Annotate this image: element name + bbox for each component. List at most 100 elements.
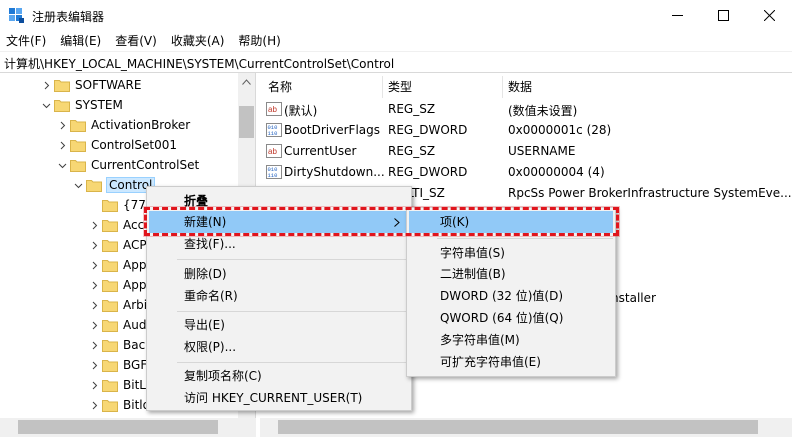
folder-icon: [70, 158, 86, 172]
chevron-right-icon[interactable]: [86, 355, 102, 375]
chevron-down-icon[interactable]: [70, 175, 86, 195]
tree-node[interactable]: CurrentControlSet: [54, 155, 199, 175]
binary-value-icon: 010 110: [266, 165, 282, 179]
submenu-item-string-value[interactable]: 字符串值(S): [440, 242, 505, 264]
tree-node[interactable]: Bitlo: [86, 395, 150, 415]
tree-node[interactable]: BitLo: [86, 375, 153, 395]
tree-node-label: ControlSet001: [91, 138, 177, 152]
menu-item-collapse[interactable]: 折叠: [184, 190, 208, 212]
svg-text:ab: ab: [268, 105, 277, 114]
chevron-right-icon[interactable]: [86, 315, 102, 335]
tree-hscroll-thumb[interactable]: [18, 420, 218, 434]
maximize-button[interactable]: [700, 0, 746, 31]
folder-icon: [54, 78, 70, 92]
menu-item-new[interactable]: 新建(N): [184, 211, 226, 233]
value-data: USERNAME: [508, 144, 576, 158]
value-name: (默认): [284, 104, 318, 118]
values-hscroll-thumb[interactable]: [278, 420, 758, 434]
value-name: DirtyShutdown...: [284, 165, 385, 179]
chevron-right-icon[interactable]: [86, 295, 102, 315]
menu-item-delete[interactable]: 删除(D): [184, 263, 227, 285]
chevron-right-icon[interactable]: [86, 235, 102, 255]
folder-icon: [102, 378, 118, 392]
menu-edit[interactable]: 编辑(E): [53, 31, 108, 51]
menu-item-copy-key-name[interactable]: 复制项名称(C): [184, 365, 262, 387]
tree-node[interactable]: ControlSet001: [54, 135, 177, 155]
tree-node[interactable]: Control: [70, 175, 156, 195]
tree-horizontal-scrollbar[interactable]: [0, 418, 238, 437]
tree-node[interactable]: SOFTWARE: [38, 75, 141, 95]
menu-favorites[interactable]: 收藏夹(A): [164, 31, 232, 51]
svg-text:110: 110: [268, 130, 278, 137]
column-header-data[interactable]: 数据: [508, 77, 532, 97]
chevron-down-icon[interactable]: [54, 155, 70, 175]
tree-node[interactable]: Appl: [86, 275, 150, 295]
value-data: RpcSs Power BrokerInfrastructure SystemE…: [508, 186, 792, 200]
tree-node[interactable]: Acce: [86, 215, 152, 235]
scroll-up-icon[interactable]: [238, 73, 255, 90]
chevron-right-icon[interactable]: [86, 335, 102, 355]
address-bar[interactable]: 计算机\HKEY_LOCAL_MACHINE\SYSTEM\CurrentCon…: [0, 51, 792, 73]
tree-node-label: ActivationBroker: [91, 118, 191, 132]
column-header-name[interactable]: 名称: [268, 77, 292, 97]
tree-node[interactable]: SYSTEM: [38, 95, 123, 115]
scrollbar-corner: [238, 418, 256, 437]
value-name: BootDriverFlags: [284, 123, 381, 137]
minimize-button[interactable]: [654, 0, 700, 31]
value-row[interactable]: ab CurrentUser REG_SZ USERNAME: [260, 141, 792, 162]
menu-item-goto-hkcu[interactable]: 访问 HKEY_CURRENT_USER(T): [184, 387, 362, 409]
submenu-item-multi-string-value[interactable]: 多字符串值(M): [440, 329, 520, 351]
tree-node[interactable]: Back: [86, 335, 152, 355]
value-row[interactable]: ab (默认) REG_SZ (数值未设置): [260, 99, 792, 120]
tree-node[interactable]: {774: [86, 195, 154, 215]
menu-view[interactable]: 查看(V): [108, 31, 164, 51]
svg-text:110: 110: [268, 172, 278, 179]
chevron-right-icon[interactable]: [54, 135, 70, 155]
value-row[interactable]: 010 110 DirtyShutdown... REG_DWORD 0x0000000…: [260, 162, 792, 183]
chevron-right-icon[interactable]: [86, 395, 102, 415]
menu-item-rename[interactable]: 重命名(R): [184, 285, 238, 307]
column-header-type[interactable]: 类型: [388, 77, 412, 97]
tree-node[interactable]: Appl: [86, 255, 150, 275]
tree-node-label: SYSTEM: [75, 98, 123, 112]
value-row[interactable]: 010 110 BootDriverFlags REG_DWORD 0x0000001c…: [260, 120, 792, 141]
submenu-item-binary-value[interactable]: 二进制值(B): [440, 263, 506, 285]
menu-item-permissions[interactable]: 权限(P)...: [184, 336, 236, 358]
maximize-icon: [717, 10, 729, 21]
menu-file[interactable]: 文件(F): [0, 31, 53, 51]
submenu-item-qword-value[interactable]: QWORD (64 位)值(Q): [440, 307, 563, 329]
submenu-item-dword-value[interactable]: DWORD (32 位)值(D): [440, 285, 563, 307]
chevron-right-icon[interactable]: [86, 375, 102, 395]
menu-item-export[interactable]: 导出(E): [184, 314, 225, 336]
chevron-right-icon[interactable]: [86, 275, 102, 295]
column-divider[interactable]: [502, 76, 503, 98]
tree-node[interactable]: Audi: [86, 315, 150, 335]
close-button[interactable]: [746, 0, 792, 31]
submenu-item-key[interactable]: 项(K): [440, 211, 469, 233]
tree-node[interactable]: ACPI: [86, 235, 150, 255]
value-name: CurrentUser: [284, 144, 357, 158]
menu-separator: [177, 362, 407, 363]
tree-scroll-thumb[interactable]: [239, 106, 254, 138]
menu-item-find[interactable]: 查找(F)...: [184, 233, 236, 255]
column-divider[interactable]: [382, 76, 383, 98]
chevron-right-icon[interactable]: [86, 255, 102, 275]
menu-separator: [437, 238, 613, 239]
values-horizontal-scrollbar[interactable]: [260, 418, 792, 437]
chevron-right-icon[interactable]: [54, 115, 70, 135]
folder-icon: [54, 98, 70, 112]
new-submenu: 项(K) 字符串值(S) 二进制值(B) DWORD (32 位)值(D) QW…: [406, 207, 616, 377]
folder-icon: [102, 258, 118, 272]
tree-node[interactable]: ActivationBroker: [54, 115, 190, 135]
submenu-item-expandable-string-value[interactable]: 可扩充字符串值(E): [440, 351, 541, 373]
folder-icon: [102, 238, 118, 252]
chevron-right-icon[interactable]: [86, 215, 102, 235]
chevron-right-icon[interactable]: [38, 75, 54, 95]
chevron-down-icon[interactable]: [38, 95, 54, 115]
menu-help[interactable]: 帮助(H): [231, 31, 287, 51]
tree-node[interactable]: Arbit: [86, 295, 152, 315]
value-data: 0x0000001c (28): [508, 123, 612, 137]
address-path[interactable]: 计算机\HKEY_LOCAL_MACHINE\SYSTEM\CurrentCon…: [4, 55, 394, 72]
title-bar: 注册表编辑器: [0, 0, 792, 31]
